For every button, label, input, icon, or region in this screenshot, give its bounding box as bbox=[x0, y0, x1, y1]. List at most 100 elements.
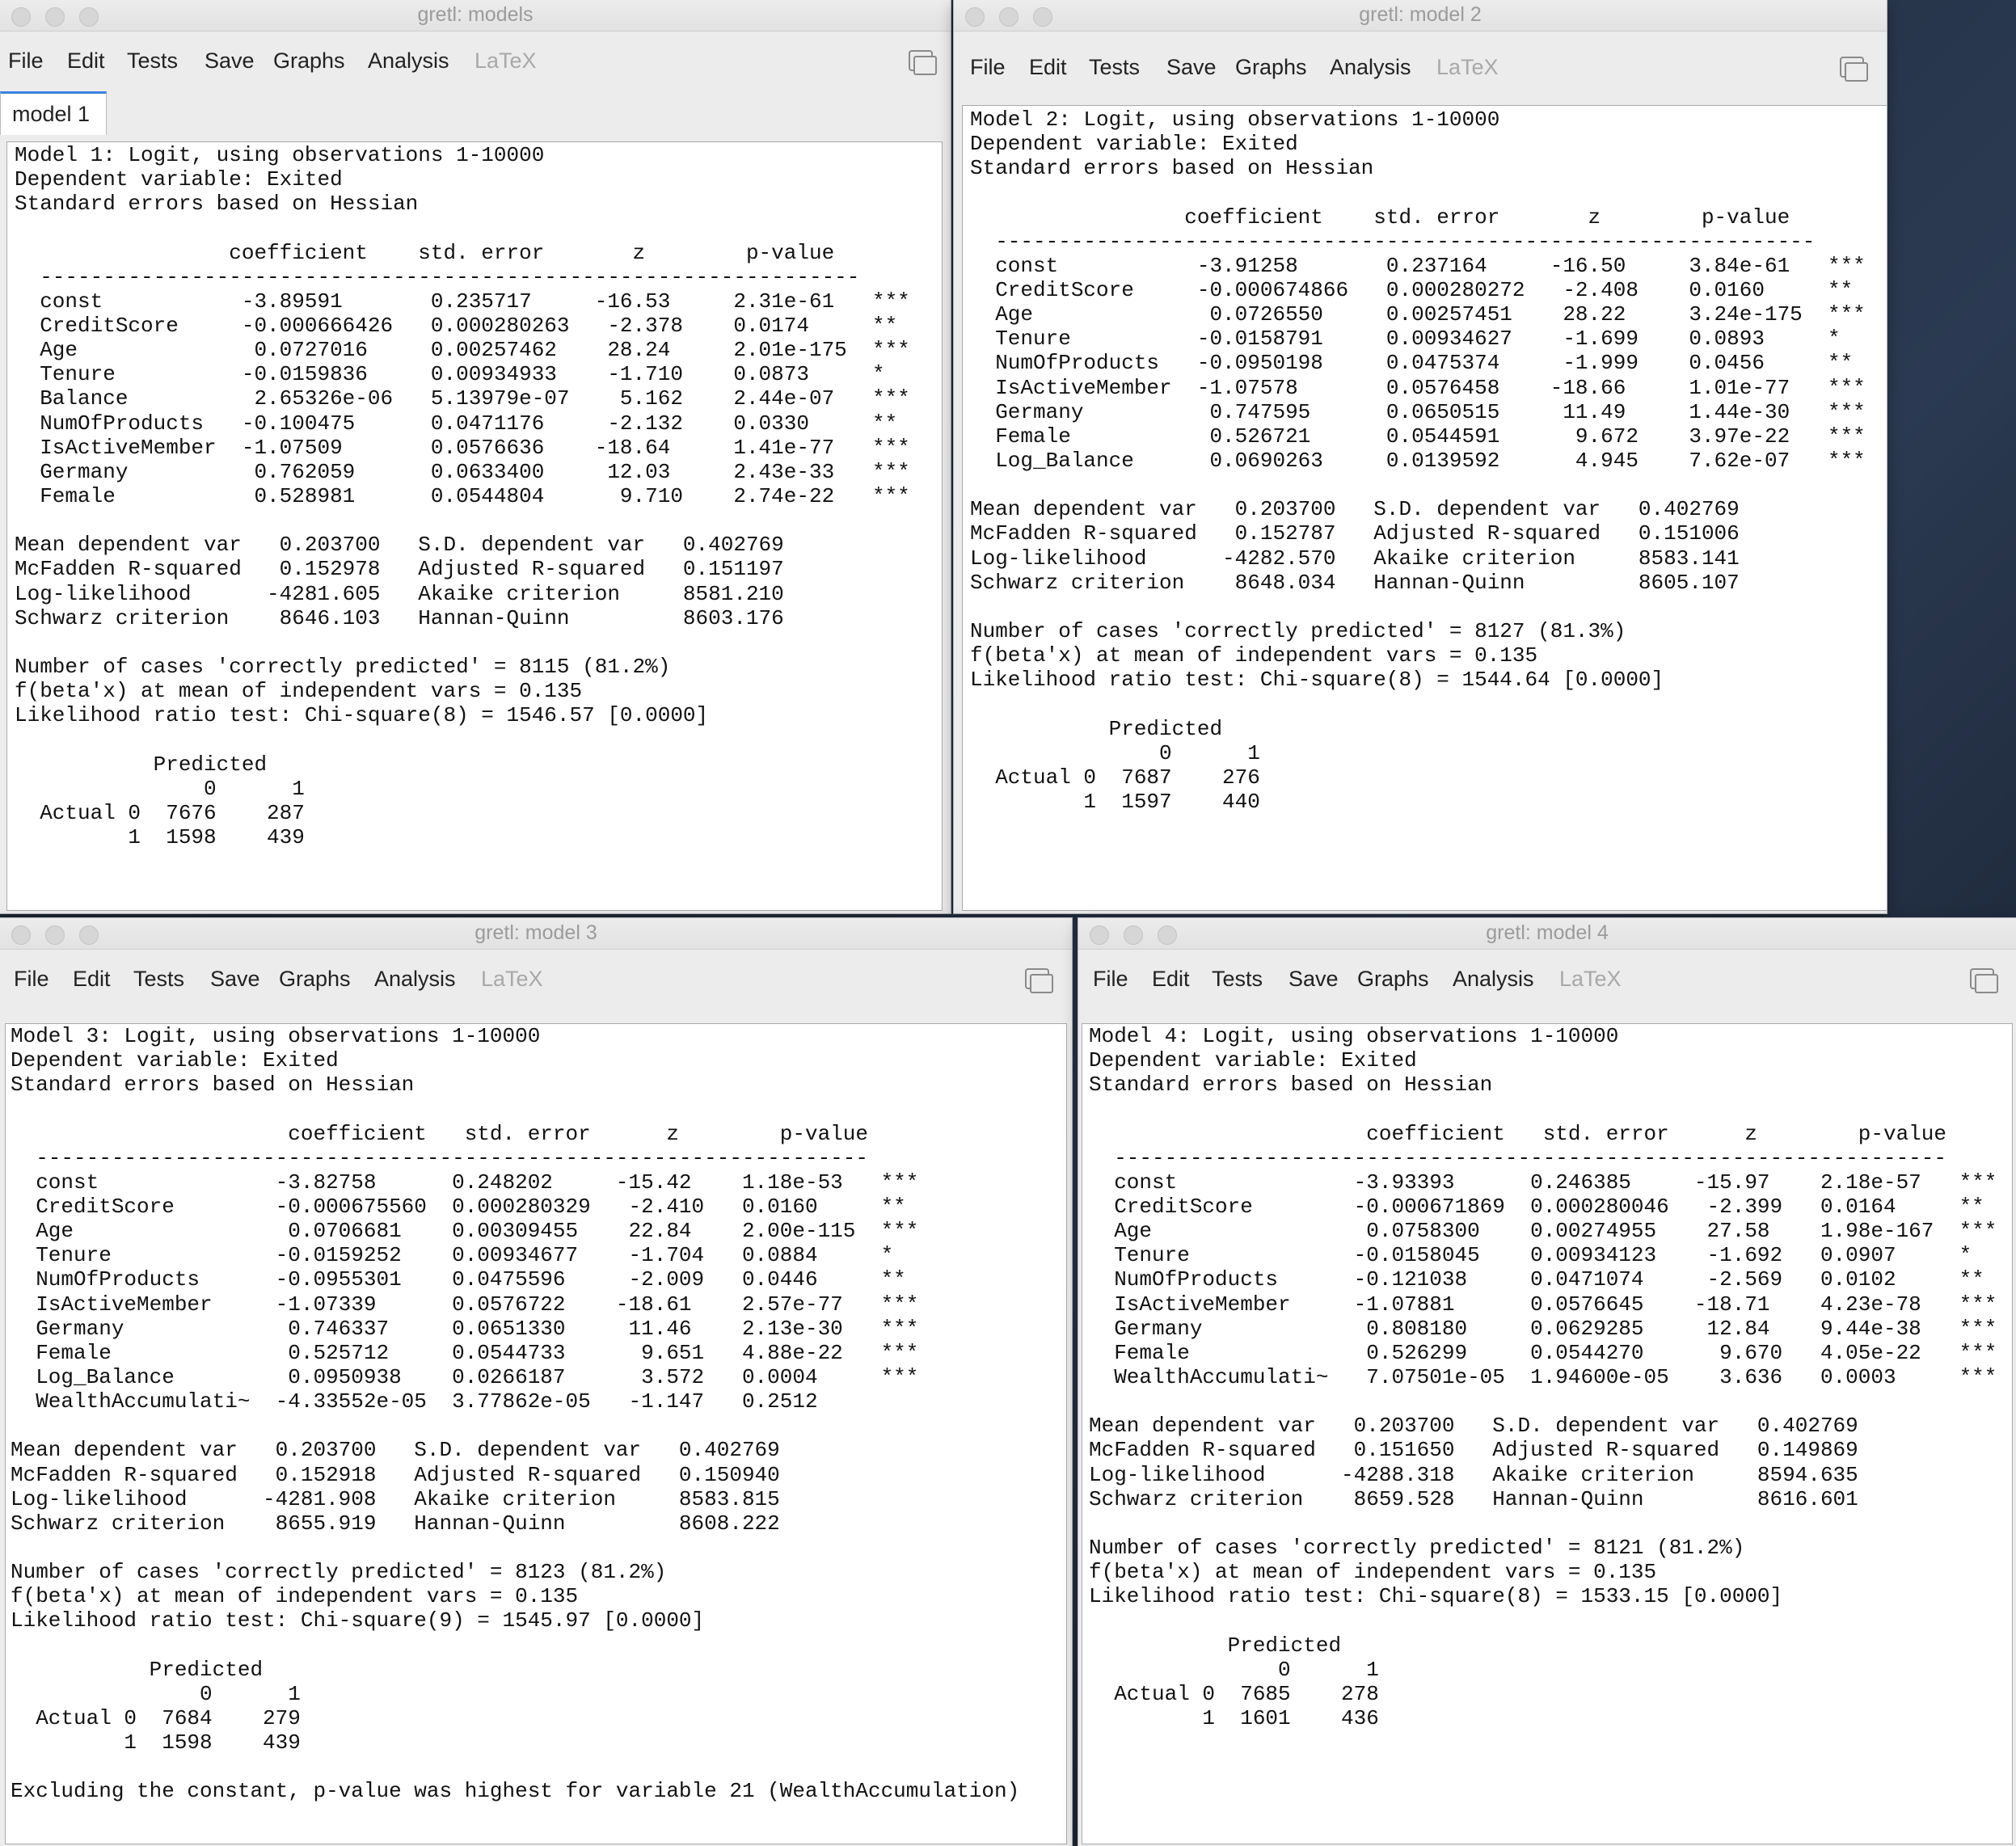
output-line: Tenure -0.0158045 0.00934123 -1.692 0.09… bbox=[1089, 1243, 1972, 1268]
output-line: Mean dependent var 0.203700 S.D. depende… bbox=[970, 497, 1740, 522]
detach-icon[interactable] bbox=[1970, 968, 1998, 993]
detach-icon[interactable] bbox=[1840, 57, 1868, 82]
output-line: Age 0.0706681 0.00309455 22.84 2.00e-115… bbox=[11, 1219, 919, 1244]
output-line: 0 1 bbox=[15, 776, 305, 801]
output-line: Mean dependent var 0.203700 S.D. depende… bbox=[1089, 1414, 1858, 1439]
output-line: Schwarz criterion 8659.528 Hannan-Quinn … bbox=[1089, 1486, 1858, 1511]
output-line: Log-likelihood -4281.908 Akaike criterio… bbox=[11, 1486, 780, 1511]
output-line: Tenure -0.0159252 0.00934677 -1.704 0.08… bbox=[11, 1243, 894, 1268]
output-line: Age 0.0727016 0.00257462 28.24 2.01e-175… bbox=[15, 338, 910, 363]
menu-tests[interactable]: Tests bbox=[133, 967, 184, 992]
menu-graphs[interactable]: Graphs bbox=[1357, 967, 1429, 992]
menu-tests[interactable]: Tests bbox=[127, 48, 178, 74]
output-line: 1 1601 436 bbox=[1089, 1705, 1379, 1730]
menu-edit[interactable]: Edit bbox=[1152, 967, 1190, 992]
output-line: Number of cases 'correctly predicted' = … bbox=[15, 654, 671, 679]
menu-latex: LaTeX bbox=[481, 967, 543, 991]
menu-file[interactable]: File bbox=[970, 55, 1006, 80]
output-line: 0 1 bbox=[11, 1681, 301, 1706]
output-line: Log-likelihood -4281.605 Akaike criterio… bbox=[15, 581, 784, 606]
tab-model-1[interactable]: model 1 bbox=[0, 91, 108, 135]
output-line: WealthAccumulati~ -4.33552e-05 3.77862e-… bbox=[11, 1389, 818, 1414]
menu-tests[interactable]: Tests bbox=[1089, 55, 1140, 80]
output-line: IsActiveMember -1.07509 0.0576636 -18.64… bbox=[15, 435, 910, 460]
output-line: Dependent variable: Exited bbox=[11, 1048, 339, 1073]
output-line: CreditScore -0.000675560 0.000280329 -2.… bbox=[11, 1194, 906, 1219]
title-bar[interactable]: gretl: model 4 bbox=[1078, 918, 2016, 950]
menu-file[interactable]: File bbox=[8, 48, 44, 74]
output-line: Dependent variable: Exited bbox=[1089, 1048, 1417, 1073]
detach-icon[interactable] bbox=[909, 50, 937, 75]
output-line: Dependent variable: Exited bbox=[15, 167, 343, 192]
output-line: Mean dependent var 0.203700 S.D. depende… bbox=[11, 1438, 780, 1463]
title-bar[interactable]: gretl: model 2 bbox=[954, 0, 1887, 32]
menu-bar: File Edit Tests Save Graphs Analysis LaT… bbox=[0, 31, 951, 95]
output-line: NumOfProducts -0.0955301 0.0475596 -2.00… bbox=[11, 1267, 906, 1292]
window-title: gretl: models bbox=[417, 3, 534, 26]
menu-file[interactable]: File bbox=[14, 967, 49, 992]
menu-edit[interactable]: Edit bbox=[73, 967, 111, 992]
output-line: 0 1 bbox=[970, 740, 1260, 765]
output-line: Log-likelihood -4288.318 Akaike criterio… bbox=[1089, 1462, 1858, 1487]
output-line: Schwarz criterion 8655.919 Hannan-Quinn … bbox=[11, 1511, 780, 1536]
menu-analysis[interactable]: Analysis bbox=[368, 48, 449, 74]
output-line: ----------------------------------------… bbox=[1089, 1145, 1946, 1170]
menu-graphs[interactable]: Graphs bbox=[273, 48, 345, 74]
menu-latex: LaTeX bbox=[1559, 967, 1622, 991]
output-line: coefficient std. error z p-value bbox=[15, 240, 835, 265]
output-pane[interactable]: Model 3: Logit, using observations 1-100… bbox=[5, 1023, 1067, 1844]
output-line: Model 1: Logit, using observations 1-100… bbox=[15, 143, 545, 167]
output-line: Schwarz criterion 8646.103 Hannan-Quinn … bbox=[15, 605, 784, 630]
output-line: Model 2: Logit, using observations 1-100… bbox=[970, 107, 1500, 132]
output-line: Model 4: Logit, using observations 1-100… bbox=[1089, 1024, 1619, 1048]
output-pane[interactable]: Model 1: Logit, using observations 1-100… bbox=[6, 141, 943, 911]
output-line: Standard errors based on Hessian bbox=[15, 192, 419, 217]
model-output: Model 2: Logit, using observations 1-100… bbox=[970, 107, 1866, 814]
output-line: Germany 0.746337 0.0651330 11.46 2.13e-3… bbox=[11, 1316, 919, 1341]
detach-icon[interactable] bbox=[1025, 968, 1053, 993]
menu-analysis[interactable]: Analysis bbox=[374, 967, 456, 992]
output-line: Model 3: Logit, using observations 1-100… bbox=[11, 1024, 541, 1048]
output-pane[interactable]: Model 2: Logit, using observations 1-100… bbox=[962, 105, 1887, 911]
menu-save[interactable]: Save bbox=[210, 967, 260, 992]
output-line: Log_Balance 0.0690263 0.0139592 4.945 7.… bbox=[970, 448, 1866, 473]
output-line: f(beta'x) at mean of independent vars = … bbox=[970, 643, 1538, 668]
menu-analysis[interactable]: Analysis bbox=[1453, 967, 1534, 992]
output-line: 0 1 bbox=[1089, 1657, 1379, 1682]
menu-edit[interactable]: Edit bbox=[67, 48, 105, 74]
window-model-2: gretl: model 2 File Edit Tests Save Grap… bbox=[954, 0, 1887, 913]
output-line: Excluding the constant, p-value was high… bbox=[11, 1779, 1020, 1804]
menu-save[interactable]: Save bbox=[205, 48, 255, 74]
output-line: Number of cases 'correctly predicted' = … bbox=[1089, 1535, 1745, 1560]
output-line: Number of cases 'correctly predicted' = … bbox=[970, 618, 1626, 643]
menu-edit[interactable]: Edit bbox=[1029, 55, 1067, 80]
output-line: 1 1597 440 bbox=[970, 789, 1260, 814]
menu-tests[interactable]: Tests bbox=[1212, 967, 1263, 992]
output-line: ----------------------------------------… bbox=[11, 1145, 868, 1170]
menu-save[interactable]: Save bbox=[1288, 967, 1339, 992]
title-bar[interactable]: gretl: models bbox=[0, 0, 951, 32]
output-line: const -3.93393 0.246385 -15.97 2.18e-57 … bbox=[1089, 1170, 1997, 1195]
output-line: const -3.91258 0.237164 -16.50 3.84e-61 … bbox=[970, 253, 1866, 278]
output-pane[interactable]: Model 4: Logit, using observations 1-100… bbox=[1082, 1023, 2013, 1844]
menu-graphs[interactable]: Graphs bbox=[279, 967, 351, 992]
output-line: CreditScore -0.000666426 0.000280263 -2.… bbox=[15, 313, 898, 338]
output-line: Female 0.525712 0.0544733 9.651 4.88e-22… bbox=[11, 1340, 919, 1365]
output-line: ----------------------------------------… bbox=[970, 229, 1816, 254]
menu-file[interactable]: File bbox=[1093, 967, 1128, 992]
menu-analysis[interactable]: Analysis bbox=[1330, 55, 1411, 80]
title-bar[interactable]: gretl: model 3 bbox=[0, 918, 1072, 950]
output-line: Actual 0 7687 276 bbox=[970, 765, 1260, 790]
output-line: Tenure -0.0158791 0.00934627 -1.699 0.08… bbox=[970, 327, 1841, 352]
output-line: Age 0.0726550 0.00257451 28.22 3.24e-175… bbox=[970, 302, 1866, 327]
menu-save[interactable]: Save bbox=[1166, 55, 1217, 80]
output-line: Female 0.526721 0.0544591 9.672 3.97e-22… bbox=[970, 424, 1866, 449]
menu-graphs[interactable]: Graphs bbox=[1235, 55, 1307, 80]
